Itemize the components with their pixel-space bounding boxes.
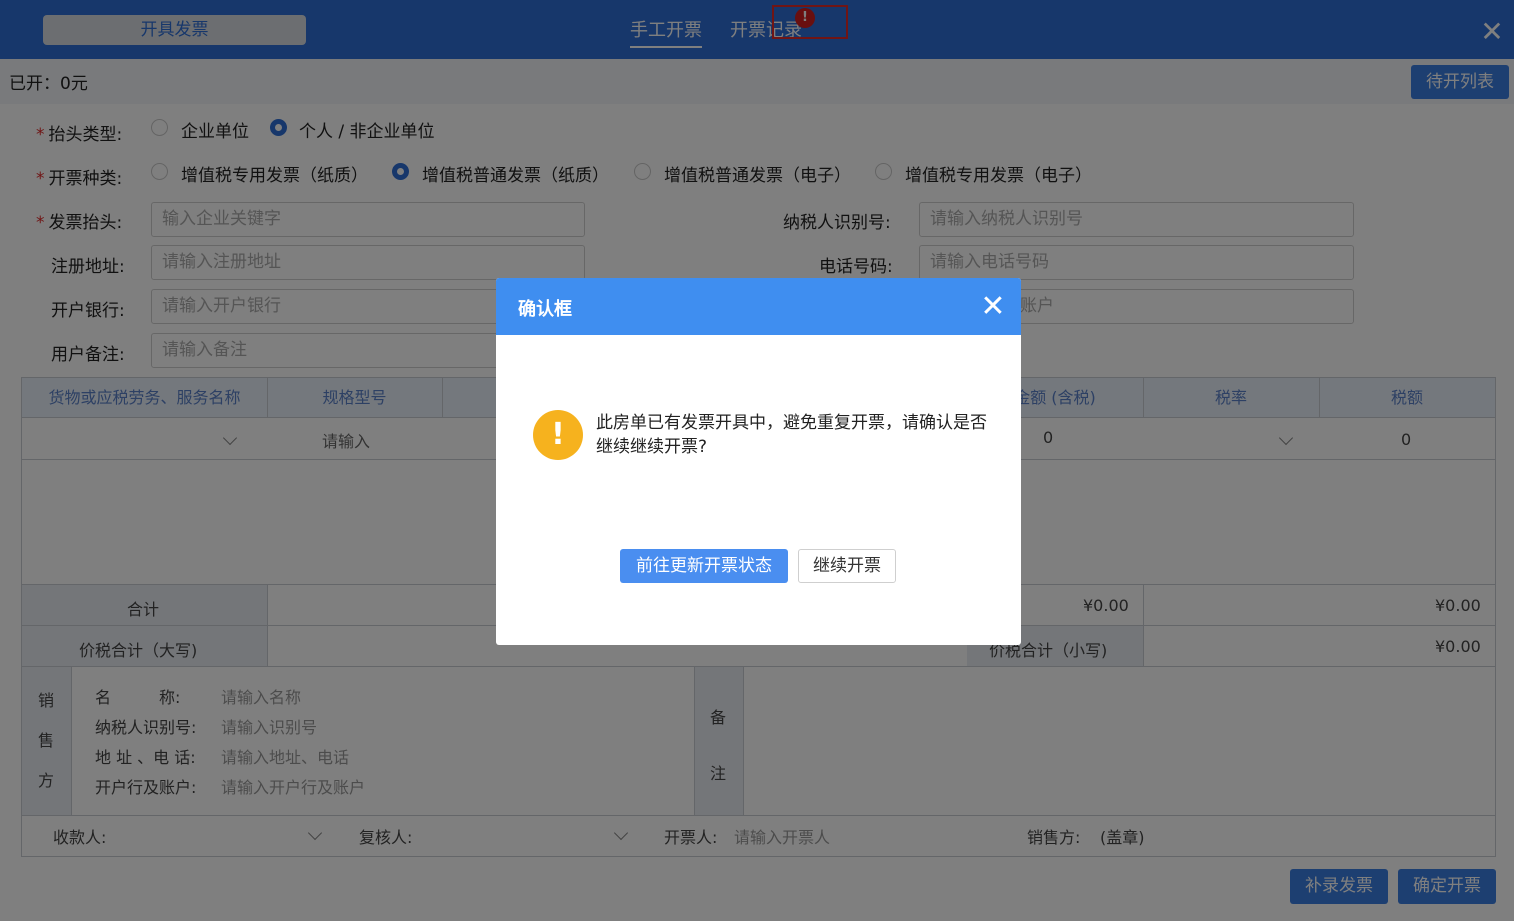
dialog-header xyxy=(496,278,1021,335)
dialog-close-icon[interactable]: ✕ xyxy=(980,292,1006,322)
confirm-dialog: 确认框 ✕ ! 此房单已有发票开具中，避免重复开票，请确认是否继续继续开票? 前… xyxy=(496,278,1021,645)
update-status-button[interactable]: 前往更新开票状态 xyxy=(620,549,788,583)
dialog-title: 确认框 xyxy=(518,299,572,320)
continue-invoice-button[interactable]: 继续开票 xyxy=(798,549,896,583)
dialog-message: 此房单已有发票开具中，避免重复开票，请确认是否继续继续开票? xyxy=(596,413,987,457)
warning-icon: ! xyxy=(533,410,583,460)
